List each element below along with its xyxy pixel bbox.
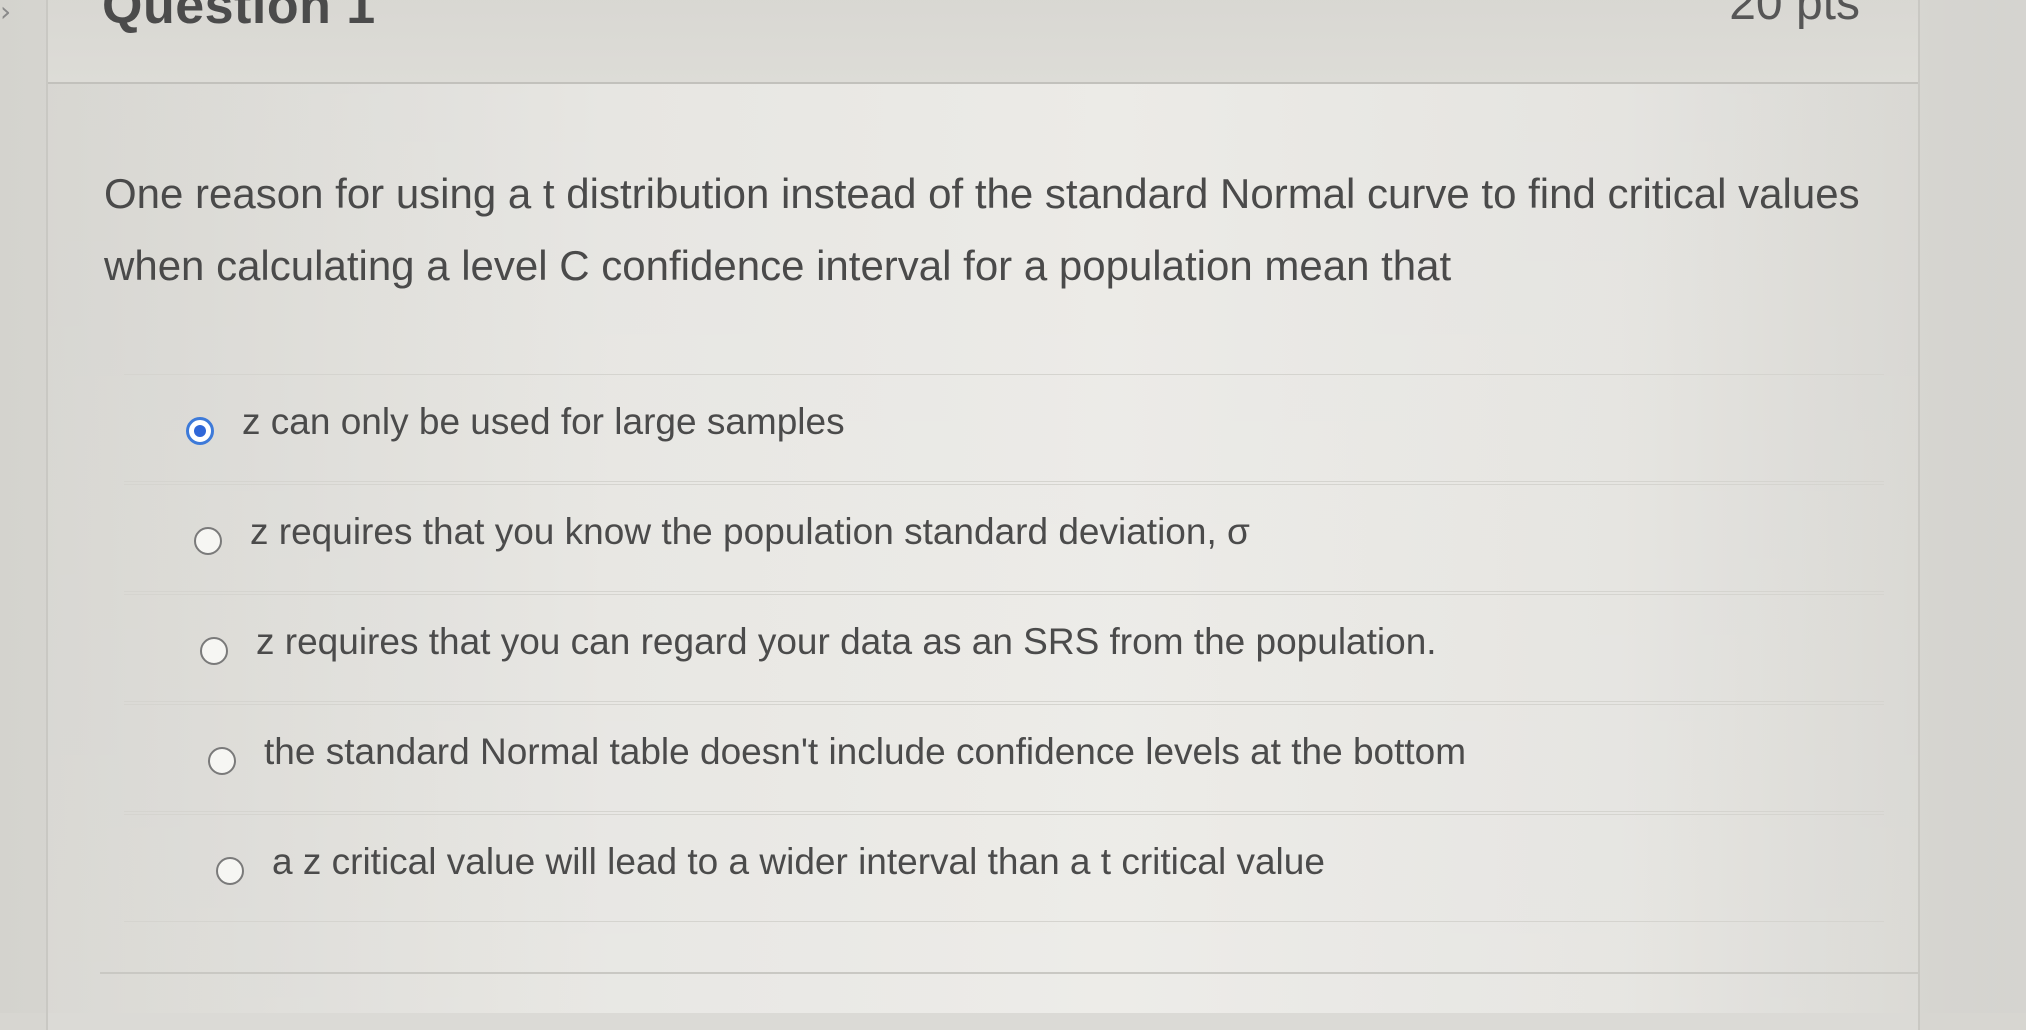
- answer-option-5[interactable]: a z critical value will lead to a wider …: [124, 814, 1884, 922]
- left-arrow-icon: ›: [0, 0, 12, 28]
- card-bottom-border: [100, 972, 1920, 974]
- question-header: Question 1 20 pts: [48, 0, 1918, 84]
- answer-option-1[interactable]: z can only be used for large samples: [124, 374, 1884, 482]
- answer-option-5-label: a z critical value will lead to a wider …: [272, 841, 1325, 882]
- answer-option-1-label: z can only be used for large samples: [242, 401, 845, 442]
- answer-option-4[interactable]: the standard Normal table doesn't includ…: [124, 704, 1884, 812]
- question-card: Question 1 20 pts One reason for using a…: [46, 0, 1920, 1030]
- answer-option-2-label: z requires that you know the population …: [250, 511, 1250, 552]
- answer-option-3[interactable]: z requires that you can regard your data…: [124, 594, 1884, 702]
- quiz-page: › Question 1 20 pts One reason for using…: [0, 0, 2026, 1030]
- answer-option-4-label: the standard Normal table doesn't includ…: [264, 731, 1467, 772]
- answer-option-3-label: z requires that you can regard your data…: [256, 621, 1437, 662]
- right-shade: [1916, 0, 2026, 1013]
- radio-icon[interactable]: [216, 857, 244, 885]
- selected-radio-icon[interactable]: [186, 417, 214, 445]
- question-title: Question 1: [102, 0, 376, 35]
- radio-icon[interactable]: [194, 527, 222, 555]
- radio-icon[interactable]: [200, 637, 228, 665]
- answer-option-2[interactable]: z requires that you know the population …: [124, 484, 1884, 592]
- question-prompt: One reason for using a t distribution in…: [104, 170, 1860, 289]
- answer-list: z can only be used for large samples z r…: [124, 374, 1884, 924]
- radio-icon[interactable]: [208, 747, 236, 775]
- question-points: 20 pts: [1729, 0, 1860, 30]
